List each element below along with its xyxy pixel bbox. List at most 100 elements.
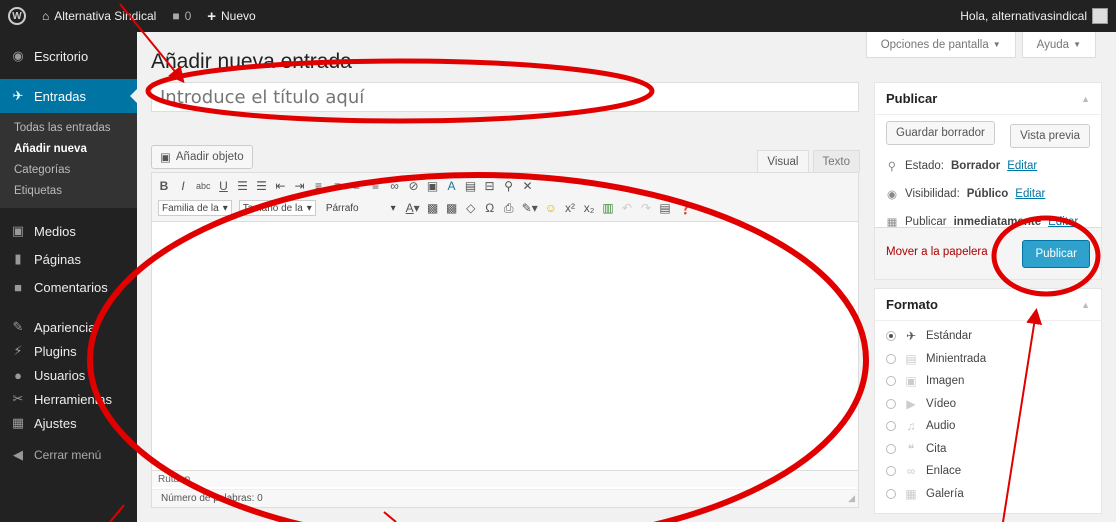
audio-icon: ♫ [906,419,916,434]
radio-button[interactable] [886,443,896,454]
font-size-select[interactable]: Tamaño de la ▾ [238,200,316,216]
sidebar-item-label: Medios [34,223,76,239]
undo-icon[interactable]: ↶ [621,201,633,215]
align-right-icon[interactable]: ≡ [351,179,363,193]
screen-options-label: Opciones de pantalla [880,38,989,51]
superscript-icon[interactable]: x² [564,201,576,215]
submenu-categories[interactable]: Categorías [0,160,137,181]
post-title-input[interactable] [151,82,859,112]
radio-button[interactable] [886,488,896,499]
users-icon: ● [14,367,22,383]
radio-button[interactable] [886,331,896,342]
radio-button[interactable] [886,353,896,364]
highlight-icon[interactable]: ✎▾ [522,201,538,215]
indent-icon[interactable]: ⇥ [294,179,306,193]
comment-icon: ■ [14,279,22,295]
emoji-icon[interactable]: ☺ [545,201,557,215]
format-option-label: Imagen [926,375,965,388]
format-option-gallery[interactable]: ▦ Galería [875,483,1101,506]
format-box: Formato ▲ ✈ Estándar ▤ Minientrada ▣ Imagen … [874,288,1102,514]
link-icon[interactable]: ∞ [389,179,401,193]
format-box-header[interactable]: Formato ▲ [875,289,1101,321]
redo-icon[interactable]: ↷ [640,201,652,215]
site-name-link[interactable]: ⌂ Alternativa Sindical [34,0,164,32]
format-option-standard[interactable]: ✈ Estándar [875,325,1101,348]
toggle-arrow-icon[interactable]: ▲ [1081,300,1090,310]
save-draft-button[interactable]: Guardar borrador [886,121,995,145]
align-center-icon[interactable]: ≡ [332,179,344,193]
more-tag-icon[interactable]: ▤ [465,179,477,193]
outdent-icon[interactable]: ⇤ [275,179,287,193]
caret-down-icon: ▼ [992,40,1001,49]
help-icon[interactable]: ❓ [678,201,693,215]
bold-button[interactable]: B [158,179,170,193]
tab-text[interactable]: Texto [812,150,860,172]
insert-media-icon[interactable]: ▣ [427,179,439,193]
video-icon[interactable]: ▥ [602,201,614,215]
unlink-icon[interactable]: ⊘ [408,179,420,193]
edit-visibility-link[interactable]: Editar [1015,188,1045,200]
account-menu[interactable]: Hola, alternativasindical [952,0,1116,32]
tab-visual[interactable]: Visual [757,150,809,172]
fullscreen-icon[interactable]: ✕ [522,179,534,193]
subscript-icon[interactable]: x₂ [583,201,595,215]
word-count: Número de palabras: 0 [152,489,858,507]
clear-format-icon[interactable]: ◇ [465,201,477,215]
editor-content-area[interactable] [152,222,858,470]
italic-button[interactable]: I [177,179,189,193]
submenu-all-posts[interactable]: Todas las entradas [0,118,137,139]
format-option-aside[interactable]: ▤ Minientrada [875,348,1101,371]
add-media-button[interactable]: ▣ Añadir objeto [151,145,253,169]
submenu-add-new[interactable]: Añadir nueva [0,139,137,160]
paste-text-icon[interactable]: ▩ [427,201,439,215]
editor-tabs: Visual Texto [757,150,860,172]
print-icon[interactable]: ⎙ [503,201,515,216]
insert-image-icon[interactable]: ▤ [659,201,671,215]
sidebar-item-escritorio[interactable]: ◉ Escritorio [0,39,137,73]
sidebar-item-comentarios[interactable]: ■ Comentarios [0,270,137,304]
radio-button[interactable] [886,376,896,387]
publish-button[interactable]: Publicar [1022,240,1090,268]
text-color-icon[interactable]: A▾ [406,201,420,215]
media-icon: ▣ [160,152,171,164]
resize-handle-icon[interactable]: ◢ [848,493,855,504]
submenu-tags[interactable]: Etiquetas [0,181,137,202]
page-break-icon[interactable]: ⊟ [484,179,496,193]
numbered-list-icon[interactable]: ☰ [256,179,268,193]
format-select[interactable]: Párrafo ▾ [323,200,399,216]
sidebar-item-ajustes[interactable]: ▦ Ajustes [0,406,137,440]
comments-link[interactable]: ■ 0 [164,0,199,32]
toggle-arrow-icon[interactable]: ▲ [1081,94,1090,104]
wp-logo-menu[interactable]: W [0,0,34,32]
caret-down-icon: ▾ [390,202,396,214]
paste-word-icon[interactable]: ▩ [446,201,458,215]
underline-button[interactable]: U [218,179,230,193]
format-option-link[interactable]: ∞ Enlace [875,460,1101,483]
preview-button[interactable]: Vista previa [1010,124,1090,148]
special-char-icon[interactable]: Ω [484,201,496,215]
align-left-icon[interactable]: ≡ [313,179,325,193]
format-option-image[interactable]: ▣ Imagen [875,370,1101,393]
align-justify-icon[interactable]: ≡ [370,179,382,193]
find-replace-icon[interactable]: ⚲ [503,179,515,193]
format-option-audio[interactable]: ♫ Audio [875,415,1101,438]
bullet-list-icon[interactable]: ☰ [237,179,249,193]
sidebar-item-label: Escritorio [34,48,89,64]
publish-box-header[interactable]: Publicar ▲ [875,83,1101,115]
radio-button[interactable] [886,398,896,409]
collapse-menu-button[interactable]: ◀ Cerrar menú [0,438,137,472]
radio-button[interactable] [886,466,896,477]
radio-button[interactable] [886,421,896,432]
spellcheck-icon[interactable]: A [446,179,458,193]
format-option-quote[interactable]: ❝ Cita [875,438,1101,461]
screen-options-button[interactable]: Opciones de pantalla ▼ [865,32,1016,58]
format-value: Párrafo [325,202,359,214]
font-family-select[interactable]: Familia de la ▾ [158,200,232,216]
help-button[interactable]: Ayuda ▼ [1021,32,1096,58]
edit-status-link[interactable]: Editar [1007,160,1037,172]
new-content-link[interactable]: + Nuevo [199,0,263,32]
sidebar-item-entradas[interactable]: ✈ Entradas [0,79,137,113]
strikethrough-button[interactable]: abc [196,181,211,191]
format-option-video[interactable]: ▶ Vídeo [875,393,1101,416]
move-to-trash-link[interactable]: Mover a la papelera [886,246,988,258]
